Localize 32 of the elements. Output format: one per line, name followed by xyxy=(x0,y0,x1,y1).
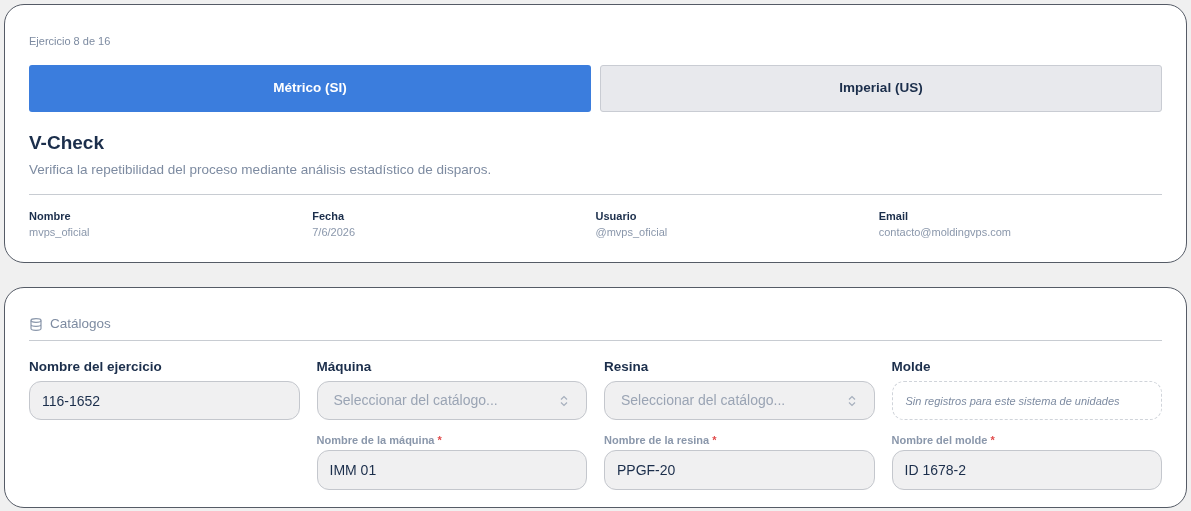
info-value: @mvps_oficial xyxy=(595,225,669,240)
info-value: 7/6/2026 xyxy=(312,225,357,240)
info-label: Usuario xyxy=(595,209,638,224)
field-label: Nombre del molde xyxy=(891,433,988,448)
unit-tab[interactable]: Métrico (SI) xyxy=(29,65,591,112)
required-mark: * xyxy=(437,433,442,448)
exercise-counter: Ejercicio 8 de 16 xyxy=(29,34,112,48)
required-mark: * xyxy=(712,433,717,448)
unit-tab[interactable]: Imperial (US) xyxy=(600,65,1162,112)
section-heading: Catálogos xyxy=(50,315,111,333)
info-label: Email xyxy=(878,209,910,224)
page-title: V-Check xyxy=(29,131,105,155)
chevron-updown-icon xyxy=(560,394,568,407)
field-label: Nombre de la máquina xyxy=(316,433,435,448)
field-label: Resina xyxy=(604,358,649,377)
info-label: Nombre xyxy=(29,209,72,224)
empty-notice: Sin registros para este sistema de unidades xyxy=(891,381,1162,421)
text-field[interactable]: 116-1652 xyxy=(29,381,300,421)
field-label: Nombre del ejercicio xyxy=(29,358,162,377)
info-value: mvps_oficial xyxy=(29,225,91,240)
description: Verifica la repetibilidad del proceso mediante análisis estadístico de disparos. xyxy=(29,161,493,179)
required-mark: * xyxy=(990,433,995,448)
field-label: Nombre de la resina xyxy=(604,433,710,448)
text-field[interactable]: IMM 01 xyxy=(316,450,587,491)
text-field[interactable]: ID 1678-2 xyxy=(891,450,1162,491)
database-icon xyxy=(30,317,42,331)
field-label: Máquina xyxy=(316,358,372,377)
info-label: Fecha xyxy=(312,209,346,224)
info-value: contacto@moldingvps.com xyxy=(878,225,1012,240)
field-label: Molde xyxy=(891,358,931,377)
text-field[interactable]: PPGF-20 xyxy=(604,450,875,491)
chevron-updown-icon xyxy=(847,394,856,407)
